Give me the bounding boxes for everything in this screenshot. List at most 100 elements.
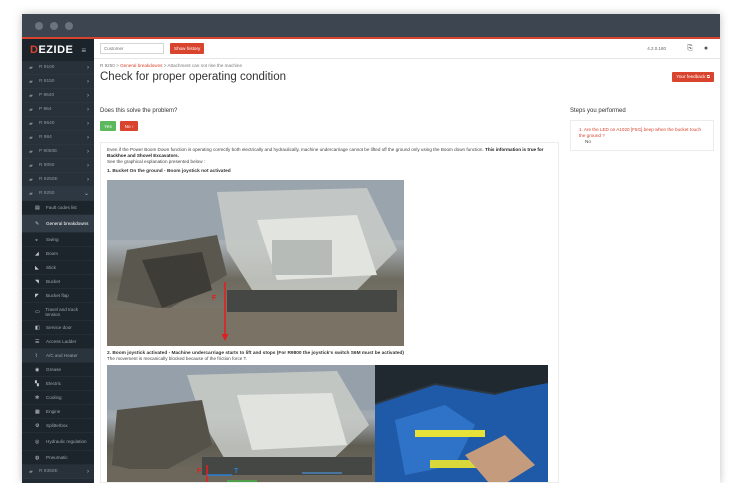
chevron-right-icon: ›	[87, 468, 89, 475]
sidebar-item-r9250[interactable]: ▰ R 9250 ⌄	[22, 187, 94, 201]
sidebar-item-label: R 9350E	[39, 469, 58, 474]
window-dot-minimize[interactable]	[50, 21, 58, 30]
intro-text: Even if the Power Boom Down function is …	[107, 147, 552, 159]
translate-icon[interactable]: ⎘	[684, 43, 696, 54]
logo-row: DEZIDE ≡	[22, 39, 94, 61]
feedback-button[interactable]: Your feedback ⧉	[672, 72, 714, 82]
no-label: No	[124, 123, 131, 129]
sidebar-sub-fault-codes[interactable]: ▤ Fault codes list	[22, 201, 94, 215]
no-button[interactable]: No ›	[120, 121, 138, 131]
sidebar-item-r9050[interactable]: ▰ R 9050 ›	[22, 159, 94, 173]
topbar: Show history 4.2.0.180 ⎘ ●	[94, 39, 720, 59]
swing-icon: ◒	[35, 236, 39, 243]
sidebar-sub-service-door[interactable]: ◧ Service door	[22, 321, 94, 335]
sidebar-sub-grease[interactable]: ◉ Grease	[22, 363, 94, 377]
customer-search-input[interactable]	[100, 43, 164, 54]
sidebar-item-r9640[interactable]: ▰ R 9640 ›	[22, 117, 94, 131]
machine-icon: ▰	[29, 162, 33, 169]
sidebar-sub-electric[interactable]: ▚ Electric	[22, 377, 94, 391]
window-dot-maximize[interactable]	[65, 21, 73, 30]
sidebar-sub-swing[interactable]: ◒ Swing	[22, 233, 94, 247]
sidebar-item-r9150[interactable]: ▰ R 9150 ›	[22, 75, 94, 89]
app: DEZIDE ≡ ▰ R 9100 › ▰ R 9150 › ▰ P 9640 › ▰ P 9…	[22, 39, 720, 483]
sidebar-sub-pneumatic[interactable]: ◍ Pneumatic	[22, 451, 94, 465]
sidebar-item-r9250e[interactable]: ▰ R 9250E ›	[22, 173, 94, 187]
machine-icon: ▰	[29, 64, 33, 71]
machine-icon: ▰	[29, 468, 33, 475]
logo-text: EZIDE	[38, 44, 74, 56]
excavator-photo-2: F T	[107, 365, 375, 482]
sub-item-label: Service door	[46, 325, 72, 330]
sidebar-sub-travel-track[interactable]: ▭ Travel and track tension	[22, 303, 94, 321]
sub-item-label: Electric	[46, 381, 62, 386]
step1-title: 1. Bucket On the ground - Boom joystick …	[107, 169, 231, 174]
sub-item-label: General breakdowns	[46, 221, 89, 226]
chevron-right-icon: ›	[87, 148, 89, 155]
force-label-f: F	[212, 295, 217, 302]
sidebar-item-r984[interactable]: ▰ R 984 ›	[22, 131, 94, 145]
sidebar-sub-general-breakdowns[interactable]: ✎ General breakdowns	[22, 215, 94, 233]
joystick-photo	[375, 365, 548, 482]
sidebar-item-r9350e[interactable]: ▰ R 9350E ›	[22, 465, 94, 479]
force-label-t: T	[234, 468, 239, 475]
sub-item-label: Splitterbox	[46, 423, 68, 428]
yes-button[interactable]: Yes	[100, 121, 116, 131]
steps-list: 1. Are the LED on A1020 [F5G] beep when …	[570, 120, 714, 151]
sidebar-item-label: R 9100	[39, 65, 55, 70]
machine-icon: ▰	[29, 92, 33, 99]
sub-item-label: Fault codes list	[46, 205, 77, 210]
sidebar-sub-bucket[interactable]: ◥ Bucket	[22, 275, 94, 289]
sub-item-label: Swing	[46, 237, 59, 242]
chevron-right-icon: ›	[131, 123, 134, 129]
user-icon[interactable]: ●	[700, 43, 712, 54]
show-history-button[interactable]: Show history	[170, 43, 205, 54]
explanation-panel: Even if the Power Boom Down function is …	[100, 142, 559, 483]
sidebar-item-r9100[interactable]: ▰ R 9100 ›	[22, 61, 94, 75]
sidebar-sub-engine[interactable]: ▦ Engine	[22, 405, 94, 419]
excavator-illustration-2: F T	[107, 365, 375, 482]
sidebar-item-label: R 9150	[39, 79, 55, 84]
machine-icon: ▰	[29, 120, 33, 127]
chevron-right-icon: ›	[87, 106, 89, 113]
step2-subtitle: The movement is mecanically blocked beca…	[107, 356, 248, 361]
bucket-icon: ◥	[35, 278, 39, 285]
sidebar-sub-hydraulic[interactable]: ◎ Hydraulic regulation	[22, 433, 94, 451]
chevron-right-icon: ›	[87, 92, 89, 99]
left-column: Does this solve the problem? Yes No › Ev…	[100, 105, 559, 483]
breadcrumb: R 9250 > General breakdowns > Attachment…	[100, 63, 714, 70]
machine-icon: ▰	[29, 190, 33, 197]
chevron-right-icon: ›	[87, 134, 89, 141]
cooling-icon: ✻	[35, 394, 40, 401]
dezide-logo[interactable]: DEZIDE	[30, 44, 73, 56]
door-icon: ◧	[35, 324, 40, 331]
electric-icon: ▚	[35, 380, 39, 387]
sidebar-sub-access-ladder[interactable]: ☰ Access Ladder	[22, 335, 94, 349]
sidebar-sub-splitterbox[interactable]: ⚙ Splitterbox	[22, 419, 94, 433]
step-question[interactable]: 1. Are the LED on A1020 [F5G] beep when …	[579, 127, 705, 138]
answer-buttons: Yes No ›	[100, 121, 559, 131]
sidebar-item-p964[interactable]: ▰ P 964 ›	[22, 103, 94, 117]
sidebar-sub-cooling[interactable]: ✻ Cooling	[22, 391, 94, 405]
sidebar-item-label: R 9050	[39, 163, 55, 168]
track-icon: ▭	[35, 308, 40, 315]
sidebar-sub-stick[interactable]: ◣ Stick	[22, 261, 94, 275]
chevron-right-icon: ›	[87, 64, 89, 71]
sidebar-item-label: P 9640	[39, 93, 55, 98]
see-text: See the graphical explanation presented …	[107, 159, 206, 164]
sidebar-sub-bucket-flap[interactable]: ◤ Bucket flap	[22, 289, 94, 303]
breadcrumb-root[interactable]: R 9250	[100, 63, 115, 68]
splitter-icon: ⚙	[35, 422, 40, 429]
sidebar-sub-boom[interactable]: ◢ Boom	[22, 247, 94, 261]
window-dot-close[interactable]	[35, 21, 43, 30]
sidebar-item-label: R 9250E	[39, 177, 58, 182]
joystick-illustration	[375, 365, 548, 482]
sidebar-item-p9640[interactable]: ▰ P 9640 ›	[22, 89, 94, 103]
sub-item-label: Bucket	[46, 279, 61, 284]
sidebar-item-p9050e[interactable]: ▰ P 9050E ›	[22, 145, 94, 159]
sub-item-label: Grease	[46, 367, 62, 372]
solve-question: Does this solve the problem?	[100, 108, 178, 114]
menu-icon[interactable]: ≡	[81, 46, 86, 55]
pneumatic-icon: ◍	[35, 454, 40, 461]
sidebar-sub-ac-heater[interactable]: ⌇ A/C and Heater	[22, 349, 94, 363]
breadcrumb-link[interactable]: General breakdowns	[120, 63, 162, 68]
